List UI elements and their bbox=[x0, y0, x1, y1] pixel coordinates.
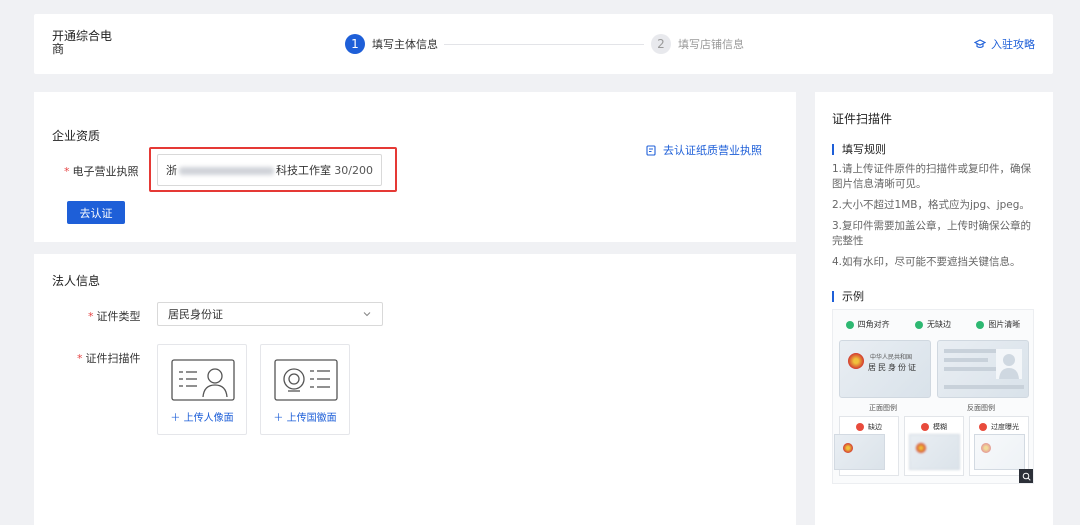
license-label-text: 电子营业执照 bbox=[72, 165, 139, 178]
step-1-label: 填写主体信息 bbox=[372, 38, 438, 51]
cert-type-select[interactable]: 居民身份证 bbox=[157, 302, 383, 326]
document-edit-icon bbox=[646, 144, 656, 156]
id-emblem-icon bbox=[274, 359, 338, 401]
upload-emblem-text: 上传国徽面 bbox=[286, 413, 337, 424]
graduation-cap-icon bbox=[974, 39, 986, 48]
portrait-silhouette-icon bbox=[996, 349, 1022, 379]
bad-caption: 缺边 bbox=[840, 422, 898, 432]
check-label: 无缺边 bbox=[926, 320, 951, 329]
scan-label: * 证件扫描件 bbox=[77, 350, 141, 366]
license-value: 浙 科技工作室 bbox=[166, 162, 334, 178]
check-label: 四角对齐 bbox=[857, 320, 890, 329]
error-icon bbox=[921, 423, 929, 431]
bad-example-card: 缺边 bbox=[834, 416, 899, 476]
rules-list: 1.请上传证件原件的扫描件或复印件，确保图片信息清晰可见。 2.大小不超过1MB… bbox=[832, 162, 1038, 276]
check-item: 图片清晰 bbox=[976, 319, 1020, 330]
rule-item: 3.复印件需要加盖公章，上传时确保公章的完整性 bbox=[832, 220, 1032, 247]
bad-label: 缺边 bbox=[868, 423, 882, 431]
required-mark: * bbox=[64, 165, 70, 178]
emblem-icon bbox=[848, 353, 864, 369]
id-portrait-icon bbox=[171, 359, 235, 401]
check-row: 四角对齐 无缺边 图片清晰 bbox=[833, 319, 1033, 330]
license-value-start: 浙 bbox=[166, 164, 177, 177]
card-name: 居民身份证 bbox=[868, 363, 918, 372]
upload-portrait-card[interactable]: ＋ 上传人像面 bbox=[157, 344, 247, 435]
app-title: 开通综合电商 bbox=[52, 29, 113, 56]
check-icon bbox=[845, 320, 854, 329]
legal-panel: 法人信息 * 证件类型 居民身份证 * 证件扫描件 ＋ 上传人像面 ＋ 上传国徽… bbox=[34, 254, 796, 525]
required-mark: * bbox=[88, 310, 94, 323]
step-connector bbox=[444, 44, 644, 45]
license-value-end: 科技工作室 bbox=[276, 164, 331, 177]
legal-section-title: 法人信息 bbox=[52, 274, 101, 288]
cert-type-label-text: 证件类型 bbox=[96, 310, 141, 323]
text-line bbox=[944, 385, 1024, 389]
bad-sample bbox=[834, 434, 885, 470]
sample-card-front: 中华人民共和国 居民身份证 bbox=[839, 340, 931, 398]
step-2: 2 填写店铺信息 bbox=[651, 34, 744, 54]
check-label: 图片清晰 bbox=[988, 320, 1021, 329]
sample-card-back bbox=[937, 340, 1029, 398]
chevron-down-icon bbox=[363, 312, 371, 317]
example-image: 四角对齐 无缺边 图片清晰 中华人民共和国 居民身份证 正面图例 反面图例 缺边 bbox=[832, 309, 1034, 484]
bad-sample bbox=[974, 434, 1025, 470]
emblem-icon bbox=[916, 443, 926, 453]
required-mark: * bbox=[77, 352, 83, 365]
check-icon bbox=[976, 320, 985, 329]
text-line bbox=[944, 367, 996, 371]
verify-button[interactable]: 去认证 bbox=[67, 201, 125, 224]
upload-emblem-label: ＋ 上传国徽面 bbox=[273, 413, 337, 424]
bad-caption: 过度曝光 bbox=[970, 422, 1028, 432]
text-line bbox=[944, 349, 996, 353]
license-label: * 电子营业执照 bbox=[64, 163, 139, 179]
front-caption: 正面图例 bbox=[869, 404, 897, 412]
upload-portrait-label: ＋ 上传人像面 bbox=[170, 413, 234, 424]
example-title: 示例 bbox=[832, 291, 864, 302]
bad-example-card: 过度曝光 bbox=[969, 416, 1029, 476]
side-title: 证件扫描件 bbox=[832, 112, 893, 126]
step-2-number: 2 bbox=[651, 34, 671, 54]
paper-license-label: 去认证纸质营业执照 bbox=[663, 144, 762, 157]
license-input[interactable]: 浙 科技工作室 30/200 bbox=[157, 154, 382, 186]
bad-caption: 模糊 bbox=[905, 422, 963, 432]
cert-type-label: * 证件类型 bbox=[88, 308, 141, 324]
card-country: 中华人民共和国 bbox=[870, 354, 913, 361]
bad-label: 过度曝光 bbox=[991, 423, 1019, 431]
step-2-label: 填写店铺信息 bbox=[678, 38, 744, 51]
redaction-blur bbox=[179, 167, 274, 175]
top-header: 开通综合电商 1 填写主体信息 2 填写店铺信息 入驻攻略 bbox=[34, 14, 1053, 74]
zoom-button[interactable] bbox=[1019, 469, 1033, 483]
scan-label-text: 证件扫描件 bbox=[85, 352, 141, 365]
company-panel: 企业资质 * 电子营业执照 浙 科技工作室 30/200 去认证 去认证纸质营业执照 bbox=[34, 92, 796, 242]
bad-example-card: 模糊 bbox=[904, 416, 964, 476]
rule-item: 2.大小不超过1MB，格式应为jpg、jpeg。 bbox=[832, 199, 1030, 211]
error-icon bbox=[979, 423, 987, 431]
step-1-number: 1 bbox=[345, 34, 365, 54]
step-1: 1 填写主体信息 bbox=[345, 34, 438, 54]
paper-license-link[interactable]: 去认证纸质营业执照 bbox=[646, 142, 762, 158]
error-icon bbox=[856, 423, 864, 431]
cert-type-value: 居民身份证 bbox=[168, 308, 223, 321]
zoom-icon bbox=[1022, 472, 1031, 481]
bad-sample bbox=[909, 434, 960, 470]
check-icon bbox=[914, 320, 923, 329]
rule-item: 4.如有水印，尽可能不要遮挡关键信息。 bbox=[832, 256, 1021, 268]
emblem-icon bbox=[981, 443, 991, 453]
side-panel: 证件扫描件 填写规则 1.请上传证件原件的扫描件或复印件，确保图片信息清晰可见。… bbox=[815, 92, 1053, 525]
license-char-count: 30/200 bbox=[334, 163, 373, 177]
upload-portrait-text: 上传人像面 bbox=[183, 413, 234, 424]
guide-link[interactable]: 入驻攻略 bbox=[974, 36, 1035, 52]
rule-item: 1.请上传证件原件的扫描件或复印件，确保图片信息清晰可见。 bbox=[832, 163, 1032, 190]
guide-link-label: 入驻攻略 bbox=[991, 38, 1035, 51]
rules-title: 填写规则 bbox=[832, 144, 886, 155]
company-section-title: 企业资质 bbox=[52, 129, 101, 143]
back-caption: 反面图例 bbox=[967, 404, 995, 412]
bad-label: 模糊 bbox=[933, 423, 947, 431]
check-item: 四角对齐 bbox=[845, 319, 890, 330]
check-item: 无缺边 bbox=[914, 319, 951, 330]
upload-emblem-card[interactable]: ＋ 上传国徽面 bbox=[260, 344, 350, 435]
text-line bbox=[944, 358, 988, 362]
emblem-icon bbox=[843, 443, 853, 453]
